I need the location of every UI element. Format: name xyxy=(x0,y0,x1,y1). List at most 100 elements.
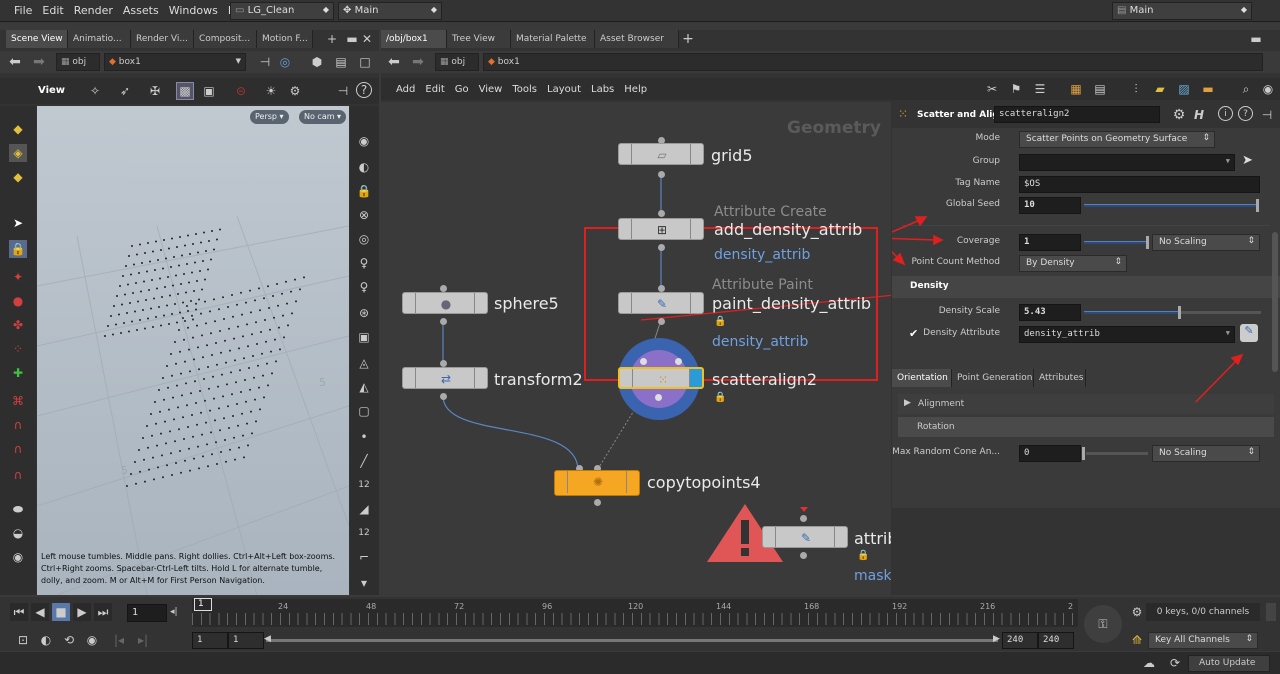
stack-icon[interactable]: ▤ xyxy=(332,53,350,71)
pin-icon[interactable]: ⊣ xyxy=(256,53,274,71)
end-frame-field[interactable]: 240 xyxy=(1038,632,1074,649)
tab-attributes[interactable]: Attributes xyxy=(1034,369,1086,387)
node-output-port[interactable] xyxy=(594,499,601,506)
dattr-field[interactable]: density_attrib ▼ xyxy=(1019,326,1235,343)
isolate-icon[interactable]: ⊗ xyxy=(355,206,373,224)
node-output-port[interactable] xyxy=(800,552,807,559)
snap-grid-icon[interactable]: ⌘ xyxy=(9,392,27,410)
menu-view[interactable]: View xyxy=(474,84,508,95)
fill-icon[interactable]: ◈ xyxy=(9,144,27,162)
menu-help[interactable]: Help xyxy=(619,84,652,95)
node-output-port[interactable] xyxy=(440,393,447,400)
node-input-port[interactable] xyxy=(800,515,807,522)
tab-compositor[interactable]: Composit... xyxy=(194,30,257,48)
node-output-port[interactable] xyxy=(655,394,662,401)
gear-icon[interactable]: ⚙ xyxy=(1170,106,1188,124)
sync-icon[interactable]: ◉ xyxy=(83,631,101,649)
search-icon[interactable]: ⌕ xyxy=(1237,80,1255,98)
stamp-icon[interactable]: ◒ xyxy=(9,524,27,542)
sphere-red-icon[interactable]: ● xyxy=(9,292,27,310)
range-end-field[interactable]: 240 xyxy=(1002,632,1038,649)
flag-icon[interactable]: ⚑ xyxy=(1007,80,1025,98)
tab-obj-box1[interactable]: /obj/box1 xyxy=(381,30,447,48)
node-output-port[interactable] xyxy=(658,318,665,325)
forward-arrow-icon[interactable]: ➡ xyxy=(30,53,48,71)
node-transform2[interactable]: ⇄ xyxy=(402,367,488,389)
update-mode-dropdown[interactable]: Auto Update xyxy=(1188,655,1270,672)
frame-marker[interactable]: 1 xyxy=(194,598,212,611)
range-start-handle[interactable]: ◀ xyxy=(264,634,271,644)
menu-file[interactable]: File xyxy=(9,4,37,17)
viewport[interactable]: 5 5 Persp ▾ No cam ▾ xyxy=(37,106,349,595)
curve-icon[interactable]: ⌐ xyxy=(355,548,373,566)
refresh-icon[interactable]: ⟳ xyxy=(1166,654,1184,672)
brush-icon[interactable]: ◢ xyxy=(355,500,373,518)
wrench-icon[interactable]: ✂ xyxy=(983,80,1001,98)
lights-icon[interactable]: ☀ xyxy=(262,82,280,100)
bulb-icon[interactable]: ♀ xyxy=(355,254,373,272)
list-icon[interactable]: ☰ xyxy=(1031,80,1049,98)
node-input-port[interactable] xyxy=(440,285,447,292)
houdini-icon[interactable]: H xyxy=(1190,106,1208,124)
snap-icon[interactable]: ▩ xyxy=(176,82,194,100)
group-icon[interactable]: ⬬ xyxy=(9,500,27,518)
eye-icon[interactable]: ◉ xyxy=(1259,80,1277,98)
menu-layout[interactable]: Layout xyxy=(542,84,586,95)
brush-yellow-icon[interactable]: ◆ xyxy=(9,120,27,138)
playbar-scrollbar[interactable] xyxy=(1266,603,1276,621)
stop-icon[interactable]: ■ xyxy=(52,603,70,621)
maxcone-scaling-dropdown[interactable]: No Scaling ⇕ xyxy=(1152,445,1260,462)
close-pane-icon[interactable]: ✕ xyxy=(358,30,376,48)
dscale-slider[interactable] xyxy=(1084,311,1180,314)
lock-icon[interactable]: 🔒 xyxy=(714,316,726,327)
node-sphere5[interactable]: ● xyxy=(402,292,488,314)
current-frame-field[interactable]: 1 xyxy=(127,604,167,622)
paint-icon[interactable]: ◆ xyxy=(9,168,27,186)
magnet-icon[interactable]: ∩ xyxy=(9,440,27,458)
snap-icon[interactable]: ⫶ xyxy=(1127,80,1145,98)
camera-menu[interactable]: No cam ▾ xyxy=(299,110,347,124)
node-output-port[interactable] xyxy=(658,244,665,251)
transform-icon[interactable]: ✠ xyxy=(146,82,164,100)
node-paint-density-attrib[interactable]: ✎ xyxy=(618,292,704,314)
bbox-icon[interactable]: ▢ xyxy=(355,402,373,420)
node-attribpaint1[interactable]: ✎ xyxy=(762,526,848,548)
node-input-port[interactable] xyxy=(658,285,665,292)
number-icon[interactable]: 12 xyxy=(355,476,373,494)
menu-tools[interactable]: Tools xyxy=(507,84,542,95)
forward-arrow-icon[interactable]: ➡ xyxy=(409,53,427,71)
rotation-section[interactable]: Rotation xyxy=(898,417,1274,437)
tab-scene-view[interactable]: Scene View xyxy=(6,30,68,48)
alignment-section[interactable]: ▶ Alignment xyxy=(898,394,1274,414)
audio-icon[interactable]: ◐ xyxy=(37,631,55,649)
menu-add[interactable]: Add xyxy=(391,84,420,95)
table-icon[interactable]: ▤ xyxy=(1091,80,1109,98)
tab-asset-browser[interactable]: Asset Browser xyxy=(595,30,679,48)
node-copytopoints4[interactable]: ✺ xyxy=(554,470,640,496)
line-icon[interactable]: ╱ xyxy=(355,452,373,470)
context-selector[interactable]: ✥ Main ◆ xyxy=(338,2,442,20)
record-icon[interactable]: ⊝ xyxy=(232,82,250,100)
back-arrow-icon[interactable]: ⬅ xyxy=(385,53,403,71)
tab-orientation[interactable]: Orientation xyxy=(892,369,952,387)
eye-icon[interactable]: ◉ xyxy=(355,132,373,150)
path-node[interactable]: ◆ box1 xyxy=(483,53,1263,71)
gear-icon[interactable]: ⚙ xyxy=(286,82,304,100)
pin-icon[interactable]: ⊣ xyxy=(334,82,352,100)
shaded-icon[interactable]: ◭ xyxy=(355,378,373,396)
tab-material-palette[interactable]: Material Palette xyxy=(511,30,595,48)
ghost-icon[interactable]: ◐ xyxy=(355,158,373,176)
note-icon[interactable]: ▰ xyxy=(1151,80,1169,98)
pin-icon[interactable]: ⊣ xyxy=(1258,106,1276,124)
light-icon[interactable]: ⊛ xyxy=(355,304,373,322)
timeline-ruler[interactable]: 1 24 48 72 96 120 144 168 192 216 2 xyxy=(192,598,1078,627)
tab-render-view[interactable]: Render Vi... xyxy=(131,30,194,48)
realtime-icon[interactable]: ⊡ xyxy=(14,631,32,649)
scroll-icon[interactable]: ▾ xyxy=(355,574,373,592)
point-icon[interactable]: • xyxy=(355,428,373,446)
desktop-selector[interactable]: ▭ LG_Clean ◆ xyxy=(230,2,334,20)
dscale-field[interactable]: 5.43 xyxy=(1019,304,1081,321)
tab-point-generation[interactable]: Point Generation xyxy=(952,369,1034,387)
menu-labs[interactable]: Labs xyxy=(586,84,619,95)
node-input-port[interactable] xyxy=(658,210,665,217)
